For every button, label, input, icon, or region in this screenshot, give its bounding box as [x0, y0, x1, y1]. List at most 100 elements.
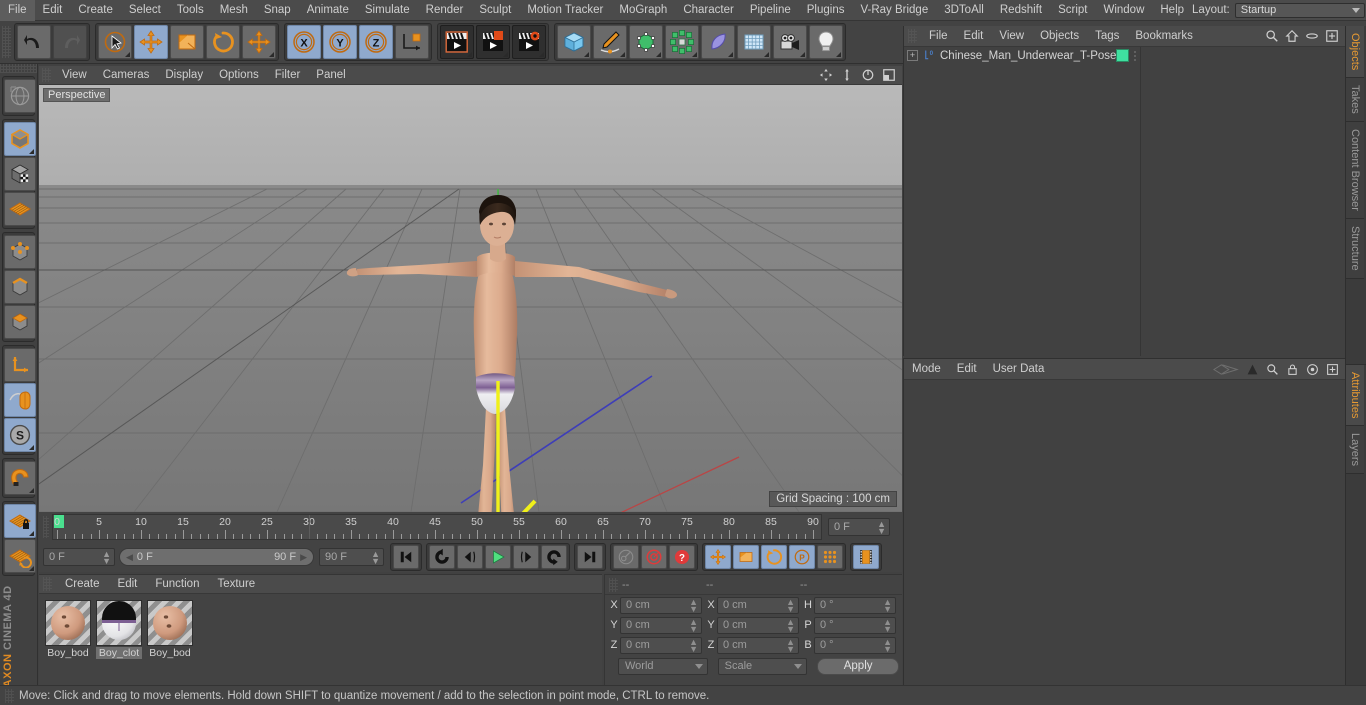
position-key-button[interactable] [705, 545, 731, 569]
cube-button[interactable] [557, 25, 591, 59]
move-button[interactable] [134, 25, 168, 59]
object-axis-button[interactable] [4, 348, 36, 382]
workplane-lock-button[interactable] [4, 504, 36, 538]
coordinate-mode-dropdown[interactable]: Scale [717, 657, 808, 675]
end-frame-field[interactable]: 90 F ▲ ▼ [319, 548, 384, 566]
menu-edit[interactable]: Edit [35, 0, 71, 21]
timeline-button[interactable] [853, 545, 879, 569]
expand-corner-icon[interactable] [29, 445, 34, 450]
step-back-button[interactable] [457, 545, 483, 569]
menu-redshift[interactable]: Redshift [992, 0, 1050, 21]
spinner-icon[interactable]: ▲ ▼ [786, 617, 795, 633]
move-axis-button[interactable] [242, 25, 276, 59]
range-right-arrow-icon[interactable]: ▶ [300, 552, 307, 563]
range-left-arrow-icon[interactable]: ◀ [126, 552, 133, 563]
menu-snap[interactable]: Snap [256, 0, 299, 21]
position-z-field[interactable]: 0 cm ▲ ▼ [620, 636, 702, 654]
menu-mesh[interactable]: Mesh [212, 0, 256, 21]
rewind-button[interactable] [429, 545, 455, 569]
loop-button[interactable] [541, 545, 567, 569]
size-y-field[interactable]: 0 cm ▲ ▼ [717, 616, 799, 634]
timeline-ruler[interactable]: 051015202530354045505560657075808590 [52, 514, 822, 540]
menu-script[interactable]: Script [1050, 0, 1095, 21]
expand-corner-icon[interactable] [29, 488, 34, 493]
rotation-key-button[interactable] [761, 545, 787, 569]
x-axis-button[interactable]: X [287, 25, 321, 59]
material-menu-function[interactable]: Function [146, 575, 208, 594]
autokey-button[interactable] [613, 545, 639, 569]
layout-preset-dropdown[interactable]: Startup [1234, 2, 1365, 18]
render-region-button[interactable] [476, 25, 510, 59]
position-y-field[interactable]: 0 cm ▲ ▼ [620, 616, 702, 634]
search-icon[interactable] [1266, 363, 1279, 376]
deformer-button[interactable] [701, 25, 735, 59]
material-item[interactable]: Boy_bod [45, 600, 91, 659]
menu-create[interactable]: Create [70, 0, 121, 21]
target-icon[interactable] [1306, 363, 1319, 376]
menu-file[interactable]: File [0, 0, 35, 21]
redo-button[interactable] [53, 25, 87, 59]
expand-corner-icon[interactable] [29, 149, 34, 154]
spinner-icon[interactable]: ▲ ▼ [883, 637, 892, 653]
menu-tools[interactable]: Tools [169, 0, 212, 21]
viewport-menu-cameras[interactable]: Cameras [95, 66, 158, 85]
mograph-button[interactable] [665, 25, 699, 59]
viewport-solo-button[interactable] [4, 383, 36, 417]
menu-render[interactable]: Render [418, 0, 472, 21]
menu-plugins[interactable]: Plugins [799, 0, 853, 21]
menu-motion-tracker[interactable]: Motion Tracker [519, 0, 611, 21]
expand-corner-icon[interactable] [125, 52, 130, 57]
point-mode-button[interactable] [4, 235, 36, 269]
coordinates-grip[interactable] [609, 577, 618, 592]
material-tag-icon[interactable] [1116, 49, 1129, 62]
spinner-icon[interactable]: ▲ ▼ [786, 637, 795, 653]
keyframe-select-button[interactable]: ? [669, 545, 695, 569]
spinner-icon[interactable]: ▲ ▼ [689, 637, 698, 653]
menu-animate[interactable]: Animate [299, 0, 357, 21]
arrow-up-icon[interactable] [1246, 363, 1259, 376]
status-bar-grip[interactable] [5, 688, 14, 703]
timeline-grip[interactable] [43, 516, 49, 538]
capsule-icon[interactable] [1305, 29, 1319, 43]
visibility-dots-icon[interactable] [1134, 50, 1136, 61]
spinner-icon[interactable]: ▲ ▼ [786, 597, 795, 613]
object-menu-view[interactable]: View [991, 26, 1032, 47]
material-menu-grip[interactable] [43, 577, 52, 591]
polygon-mode-button[interactable] [4, 305, 36, 339]
expand-corner-icon[interactable] [29, 531, 34, 536]
spinner-icon[interactable]: ▲ ▼ [883, 597, 892, 613]
tab-structure[interactable]: Structure [1346, 218, 1364, 279]
play-button[interactable] [485, 545, 511, 569]
expand-corner-icon[interactable] [269, 52, 274, 57]
expand-corner-icon[interactable] [656, 52, 661, 57]
tab-attributes[interactable]: Attributes [1346, 364, 1364, 427]
material-menu-create[interactable]: Create [56, 575, 109, 594]
object-menu-edit[interactable]: Edit [956, 26, 992, 47]
record-button[interactable] [641, 545, 667, 569]
object-manager-grip[interactable] [908, 29, 917, 43]
select-cursor-button[interactable] [98, 25, 132, 59]
tab-takes[interactable]: Takes [1346, 78, 1364, 123]
plus-box-icon[interactable] [1326, 363, 1339, 376]
menu-v-ray-bridge[interactable]: V-Ray Bridge [852, 0, 936, 21]
rotation-h-field[interactable]: 0 ° ▲ ▼ [814, 596, 896, 614]
spinner-icon[interactable]: ▲ ▼ [689, 597, 698, 613]
soft-selection-button[interactable]: S [4, 418, 36, 452]
pan-icon[interactable] [819, 68, 833, 82]
current-frame-field[interactable]: 0 F ▲ ▼ [828, 518, 890, 536]
expand-corner-icon[interactable] [539, 52, 544, 57]
expand-corner-icon[interactable] [620, 52, 625, 57]
rotate-button[interactable] [206, 25, 240, 59]
scene-floor-button[interactable] [737, 25, 771, 59]
param-key-button[interactable]: P [789, 545, 815, 569]
pla-key-button[interactable] [817, 545, 843, 569]
object-menu-file[interactable]: File [921, 26, 956, 47]
rotation-b-field[interactable]: 0 ° ▲ ▼ [814, 636, 896, 654]
y-axis-button[interactable]: Y [323, 25, 357, 59]
size-x-field[interactable]: 0 cm ▲ ▼ [717, 596, 799, 614]
goto-end-button[interactable] [577, 545, 603, 569]
rotation-p-field[interactable]: 0 ° ▲ ▼ [814, 616, 896, 634]
menu-select[interactable]: Select [121, 0, 169, 21]
size-z-field[interactable]: 0 cm ▲ ▼ [717, 636, 799, 654]
coordinate-system-dropdown[interactable]: World [618, 657, 708, 675]
